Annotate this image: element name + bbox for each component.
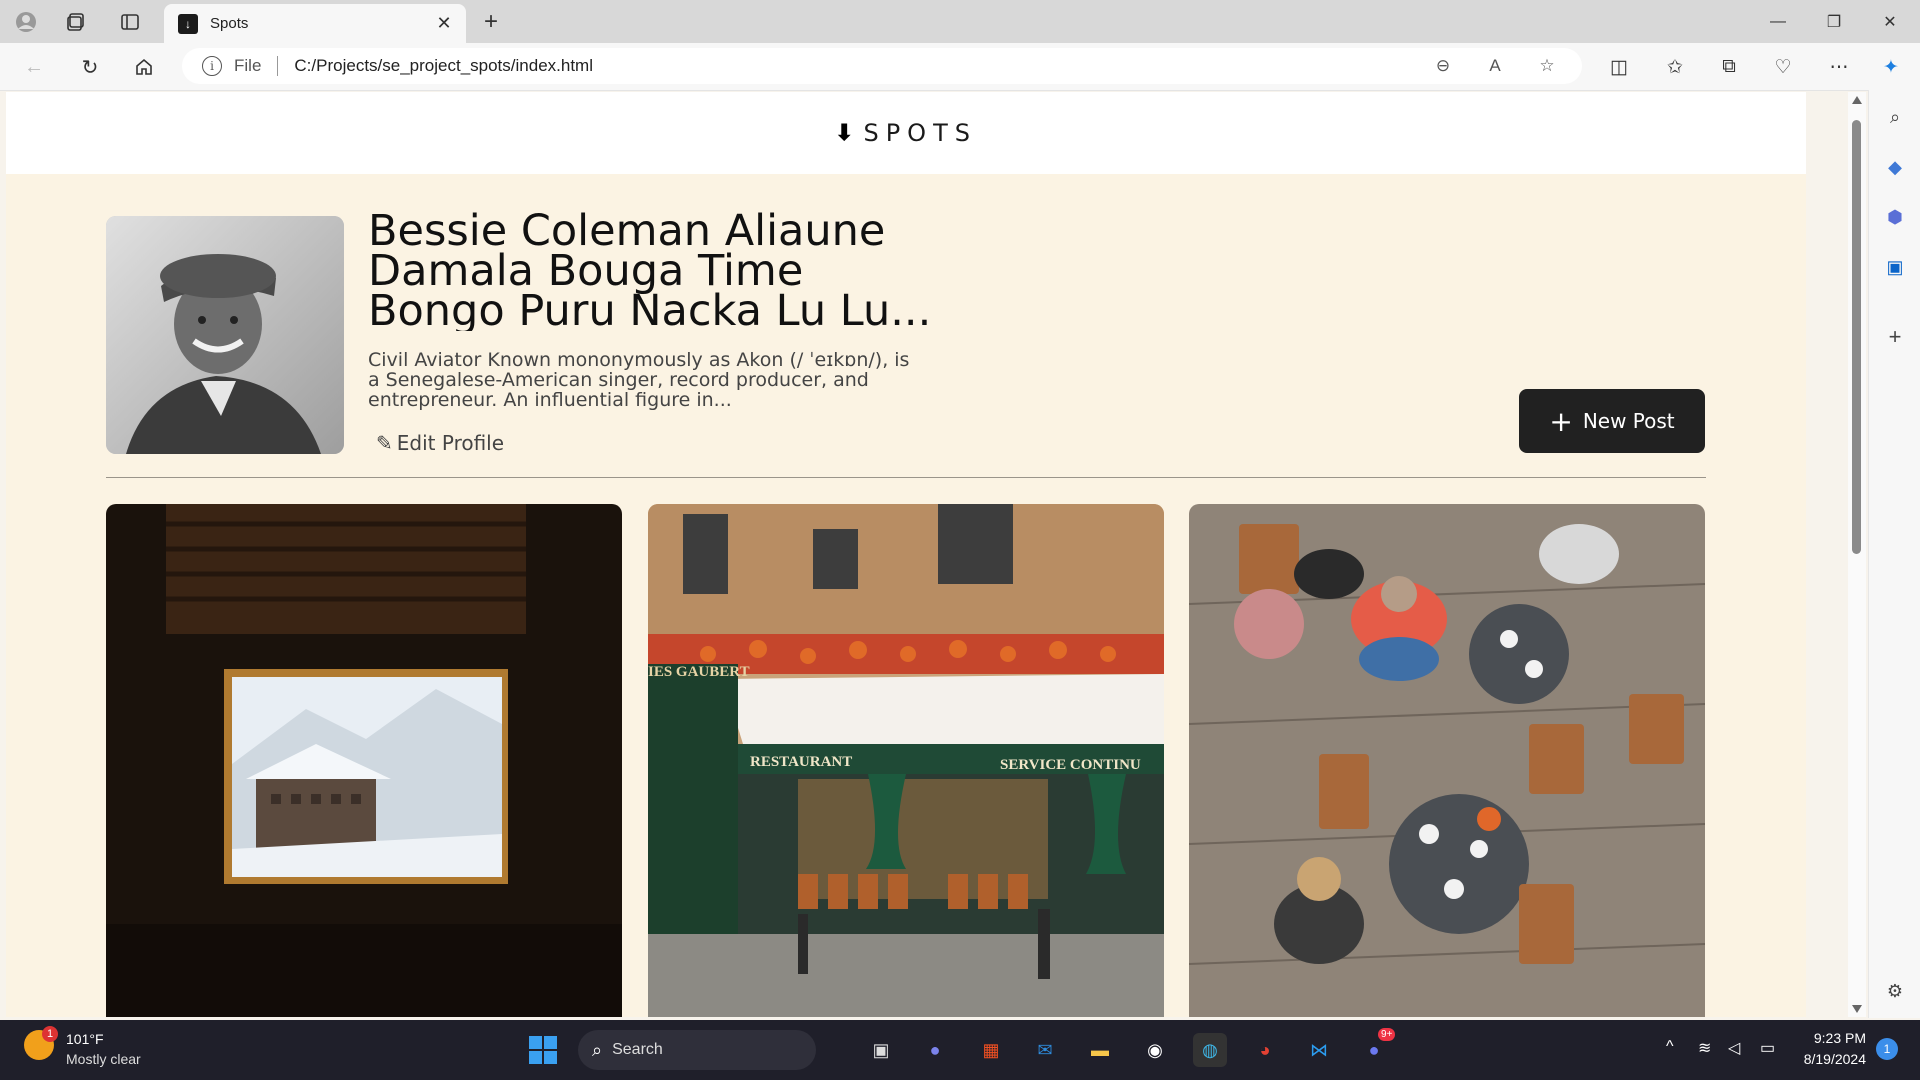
taskbar-search-label: Search	[612, 1041, 663, 1058]
microsoft-store-icon[interactable]: ▦	[974, 1033, 1008, 1067]
start-button[interactable]	[526, 1033, 560, 1067]
settings-more-icon[interactable]: ⋯	[1822, 51, 1856, 83]
site-logo: SPOTS	[863, 119, 977, 147]
weather-badge: 1	[42, 1026, 58, 1042]
new-post-label: New Post	[1582, 409, 1675, 433]
address-bar[interactable]: i File C:/Projects/se_project_spots/inde…	[182, 48, 1582, 84]
favorites-icon[interactable]: ✩	[1658, 51, 1692, 83]
plus-icon: +	[1549, 404, 1573, 438]
scroll-up-arrow[interactable]	[1852, 96, 1862, 104]
edit-profile-button[interactable]: ✎ Edit Profile	[376, 431, 504, 455]
chrome-icon[interactable]: ◕	[1248, 1033, 1282, 1067]
edge-icon[interactable]: ◍	[1193, 1033, 1227, 1067]
new-tab-button[interactable]: +	[476, 8, 506, 36]
teams-chat-icon[interactable]: ●	[918, 1033, 952, 1067]
logo-arrow-icon: ⬇	[835, 120, 854, 145]
clock-date[interactable]: 8/19/2024	[1798, 1051, 1866, 1067]
site-header: ⬇ SPOTS	[6, 92, 1806, 174]
storefront-sign-right: SERVICE CONTINU	[1000, 757, 1141, 773]
sidebar-search-icon[interactable]: ⌕	[1882, 104, 1908, 130]
search-icon: ⌕	[592, 1039, 603, 1060]
favorite-star-icon[interactable]: ☆	[1530, 51, 1564, 81]
taskbar-search[interactable]: ⌕ Search	[578, 1030, 816, 1070]
copilot-icon[interactable]: ✦	[1874, 51, 1908, 83]
card-image-mountain-window[interactable]	[106, 504, 622, 1017]
tab-title: Spots	[210, 15, 249, 32]
site-info-label[interactable]: File	[234, 56, 261, 76]
file-explorer-icon[interactable]: ▬	[1083, 1033, 1117, 1067]
show-hidden-icons-icon[interactable]: ^	[1666, 1038, 1674, 1056]
minimize-button[interactable]: —	[1756, 8, 1800, 36]
split-screen-icon[interactable]: ◫	[1602, 51, 1636, 83]
close-window-button[interactable]: ✕	[1868, 8, 1912, 36]
read-aloud-icon[interactable]: A	[1478, 51, 1512, 81]
card-image-paris-restaurant[interactable]: RESTAURANT SERVICE CONTINU IES GAUBERT	[648, 504, 1164, 1017]
weather-temperature[interactable]: 101°F	[66, 1031, 104, 1047]
refresh-button[interactable]: ↻	[74, 51, 106, 83]
battery-icon[interactable]: ▭	[1760, 1038, 1775, 1058]
edge-sidebar: ⌕ ◆ ⬢ ▣ + ⚙	[1868, 90, 1920, 1018]
sidebar-m365-icon[interactable]: ⬢	[1882, 204, 1908, 230]
url-text[interactable]: C:/Projects/se_project_spots/index.html	[294, 56, 1426, 76]
browser-toolbar: ← ↻ i File C:/Projects/se_project_spots/…	[0, 43, 1920, 91]
scroll-thumb[interactable]	[1852, 120, 1861, 554]
zoom-out-icon[interactable]: ⊖	[1426, 51, 1460, 81]
storefront-sign-left: RESTAURANT	[750, 754, 852, 770]
storefront-name: IES GAUBERT	[648, 664, 750, 680]
vscode-icon[interactable]: ⋈	[1302, 1033, 1336, 1067]
tab-spots[interactable]: ↓ Spots ✕	[164, 4, 466, 43]
scroll-down-arrow[interactable]	[1852, 1005, 1862, 1013]
address-separator	[277, 56, 279, 76]
notification-badge[interactable]: 1	[1876, 1038, 1898, 1060]
profile-icon[interactable]	[12, 8, 40, 36]
profile-avatar	[106, 216, 344, 454]
sidebar-outlook-icon[interactable]: ▣	[1882, 254, 1908, 280]
edit-profile-label: Edit Profile	[396, 431, 505, 455]
spots-page: ⬇ SPOTS Bessie Coleman Aliaune Damala Bo…	[6, 92, 1806, 1017]
site-info-icon[interactable]: i	[202, 56, 222, 76]
card-image-cafe-tables[interactable]	[1189, 504, 1705, 1017]
sidebar-add-icon[interactable]: +	[1882, 324, 1908, 350]
weather-condition[interactable]: Mostly clear	[66, 1051, 141, 1067]
collections-icon[interactable]: ⧉	[1712, 51, 1746, 83]
tab-actions-icon[interactable]	[116, 8, 144, 36]
back-button[interactable]: ←	[18, 51, 50, 83]
profile-divider	[106, 477, 1706, 478]
browser-tab-strip: ↓ Spots ✕ + — ❐ ✕	[0, 0, 1920, 43]
workspaces-icon[interactable]	[62, 8, 90, 36]
profile-name: Bessie Coleman Aliaune Damala Bouga Time…	[368, 211, 932, 331]
sidebar-shopping-icon[interactable]: ◆	[1882, 154, 1908, 180]
spots-favicon-icon: ↓	[178, 13, 198, 34]
page-scrollbar[interactable]	[1848, 92, 1866, 1017]
windows-taskbar: 1 101°F Mostly clear ⌕ Search ▣ ● ▦ ✉ ▬ …	[0, 1020, 1920, 1080]
volume-icon[interactable]: ◁	[1728, 1038, 1740, 1058]
pencil-icon: ✎	[376, 431, 393, 455]
browser-essentials-icon[interactable]: ♡	[1766, 51, 1800, 83]
new-post-button[interactable]: + New Post	[1519, 389, 1705, 453]
restore-button[interactable]: ❐	[1812, 8, 1856, 36]
github-icon[interactable]: ◉	[1138, 1033, 1172, 1067]
task-view-icon[interactable]: ▣	[864, 1033, 898, 1067]
clock-time[interactable]: 9:23 PM	[1810, 1030, 1866, 1046]
home-button[interactable]	[128, 51, 160, 83]
sidebar-settings-icon[interactable]: ⚙	[1882, 978, 1908, 1004]
mail-icon[interactable]: ✉	[1028, 1033, 1062, 1067]
discord-badge: 9+	[1378, 1028, 1396, 1041]
wifi-icon[interactable]: ≋	[1698, 1038, 1711, 1058]
profile-description: Civil Aviator Known mononymously as Akon…	[368, 350, 910, 410]
close-tab-icon[interactable]: ✕	[432, 12, 456, 36]
